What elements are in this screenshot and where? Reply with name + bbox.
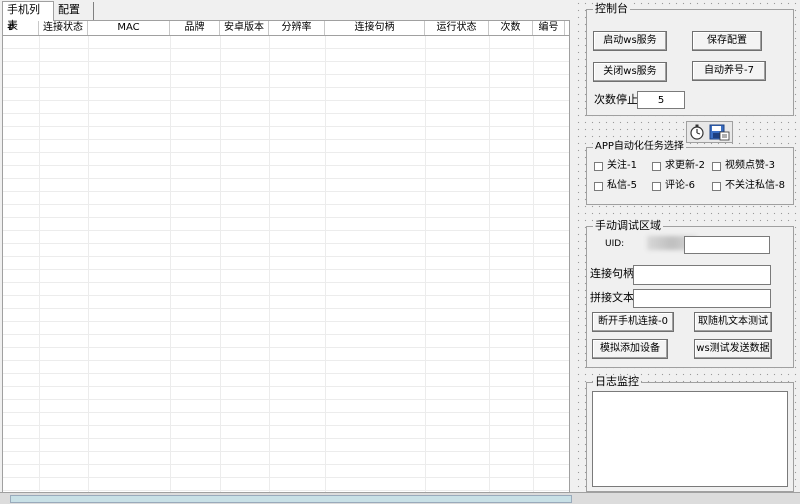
tasks-group: APP自动化任务选择 (586, 140, 794, 205)
stopwatch-icon[interactable] (687, 122, 732, 142)
col-brand[interactable]: 品牌 (170, 21, 220, 35)
log-textarea[interactable] (592, 391, 788, 487)
tab-phone-list[interactable]: 手机列表 (2, 1, 54, 32)
task-follow-checkbox[interactable]: 关注-1 (594, 160, 637, 172)
col-count[interactable]: 次数 (489, 21, 533, 35)
text-label: 拼接文本 (590, 291, 634, 304)
checkbox-box[interactable] (652, 161, 661, 171)
checkbox-box[interactable] (594, 181, 603, 191)
col-android-version[interactable]: 安卓版本 (220, 21, 269, 35)
task-video-like-checkbox[interactable]: 视频点赞-3 (712, 160, 775, 172)
stop-ws-button[interactable]: 关闭ws服务 (593, 62, 667, 82)
handle-input[interactable] (633, 265, 771, 285)
task-request-update-checkbox[interactable]: 求更新-2 (652, 160, 705, 172)
log-group-title: 日志监控 (593, 375, 641, 389)
task-private-message-checkbox[interactable]: 私信-5 (594, 180, 637, 192)
save-config-button[interactable]: 保存配置 (692, 31, 762, 51)
tab-config[interactable]: 配置 (54, 2, 94, 20)
simulate-add-device-button[interactable]: 模拟添加设备 (592, 339, 668, 359)
disconnect-phone-button[interactable]: 断开手机连接-0 (592, 312, 674, 332)
count-stop-input[interactable] (637, 91, 685, 109)
start-ws-button[interactable]: 启动ws服务 (593, 31, 667, 51)
auto-account-button[interactable]: 自动养号-7 (692, 61, 766, 81)
device-table: # 连接状态 MAC 品牌 安卓版本 分辨率 连接句柄 运行状态 次数 编号 (2, 20, 570, 496)
control-group-title: 控制台 (593, 2, 630, 16)
toolbar-icons (686, 121, 733, 143)
col-number[interactable]: 编号 (533, 21, 565, 35)
uid-label: UID: (605, 239, 625, 249)
tasks-group-title: APP自动化任务选择 (593, 140, 686, 154)
checkbox-box[interactable] (652, 181, 661, 191)
checkbox-box[interactable] (594, 161, 603, 171)
tab-bar: 手机列表 配置 (0, 0, 574, 32)
horizontal-scrollbar[interactable] (0, 492, 800, 504)
col-resolution[interactable]: 分辨率 (269, 21, 325, 35)
col-run-status[interactable]: 运行状态 (425, 21, 489, 35)
col-connect-status[interactable]: 连接状态 (39, 21, 88, 35)
text-input[interactable] (633, 289, 771, 308)
scrollbar-thumb[interactable] (10, 495, 572, 503)
col-mac[interactable]: MAC (88, 21, 170, 35)
ws-send-test-button[interactable]: ws测试发送数据 (694, 339, 772, 359)
table-header: # 连接状态 MAC 品牌 安卓版本 分辨率 连接句柄 运行状态 次数 编号 (3, 21, 569, 36)
task-unfollow-message-checkbox[interactable]: 不关注私信-8 (712, 180, 785, 192)
task-comment-checkbox[interactable]: 评论-6 (652, 180, 695, 192)
col-connection-handle[interactable]: 连接句柄 (325, 21, 425, 35)
count-stop-label: 次数停止 (594, 93, 638, 106)
checkbox-box[interactable] (712, 161, 721, 171)
checkbox-box[interactable] (712, 181, 721, 191)
uid-input[interactable] (684, 236, 770, 254)
handle-label: 连接句柄 (590, 267, 634, 280)
manual-debug-title: 手动调试区域 (593, 219, 663, 233)
random-text-test-button[interactable]: 取随机文本测试 (694, 312, 772, 332)
